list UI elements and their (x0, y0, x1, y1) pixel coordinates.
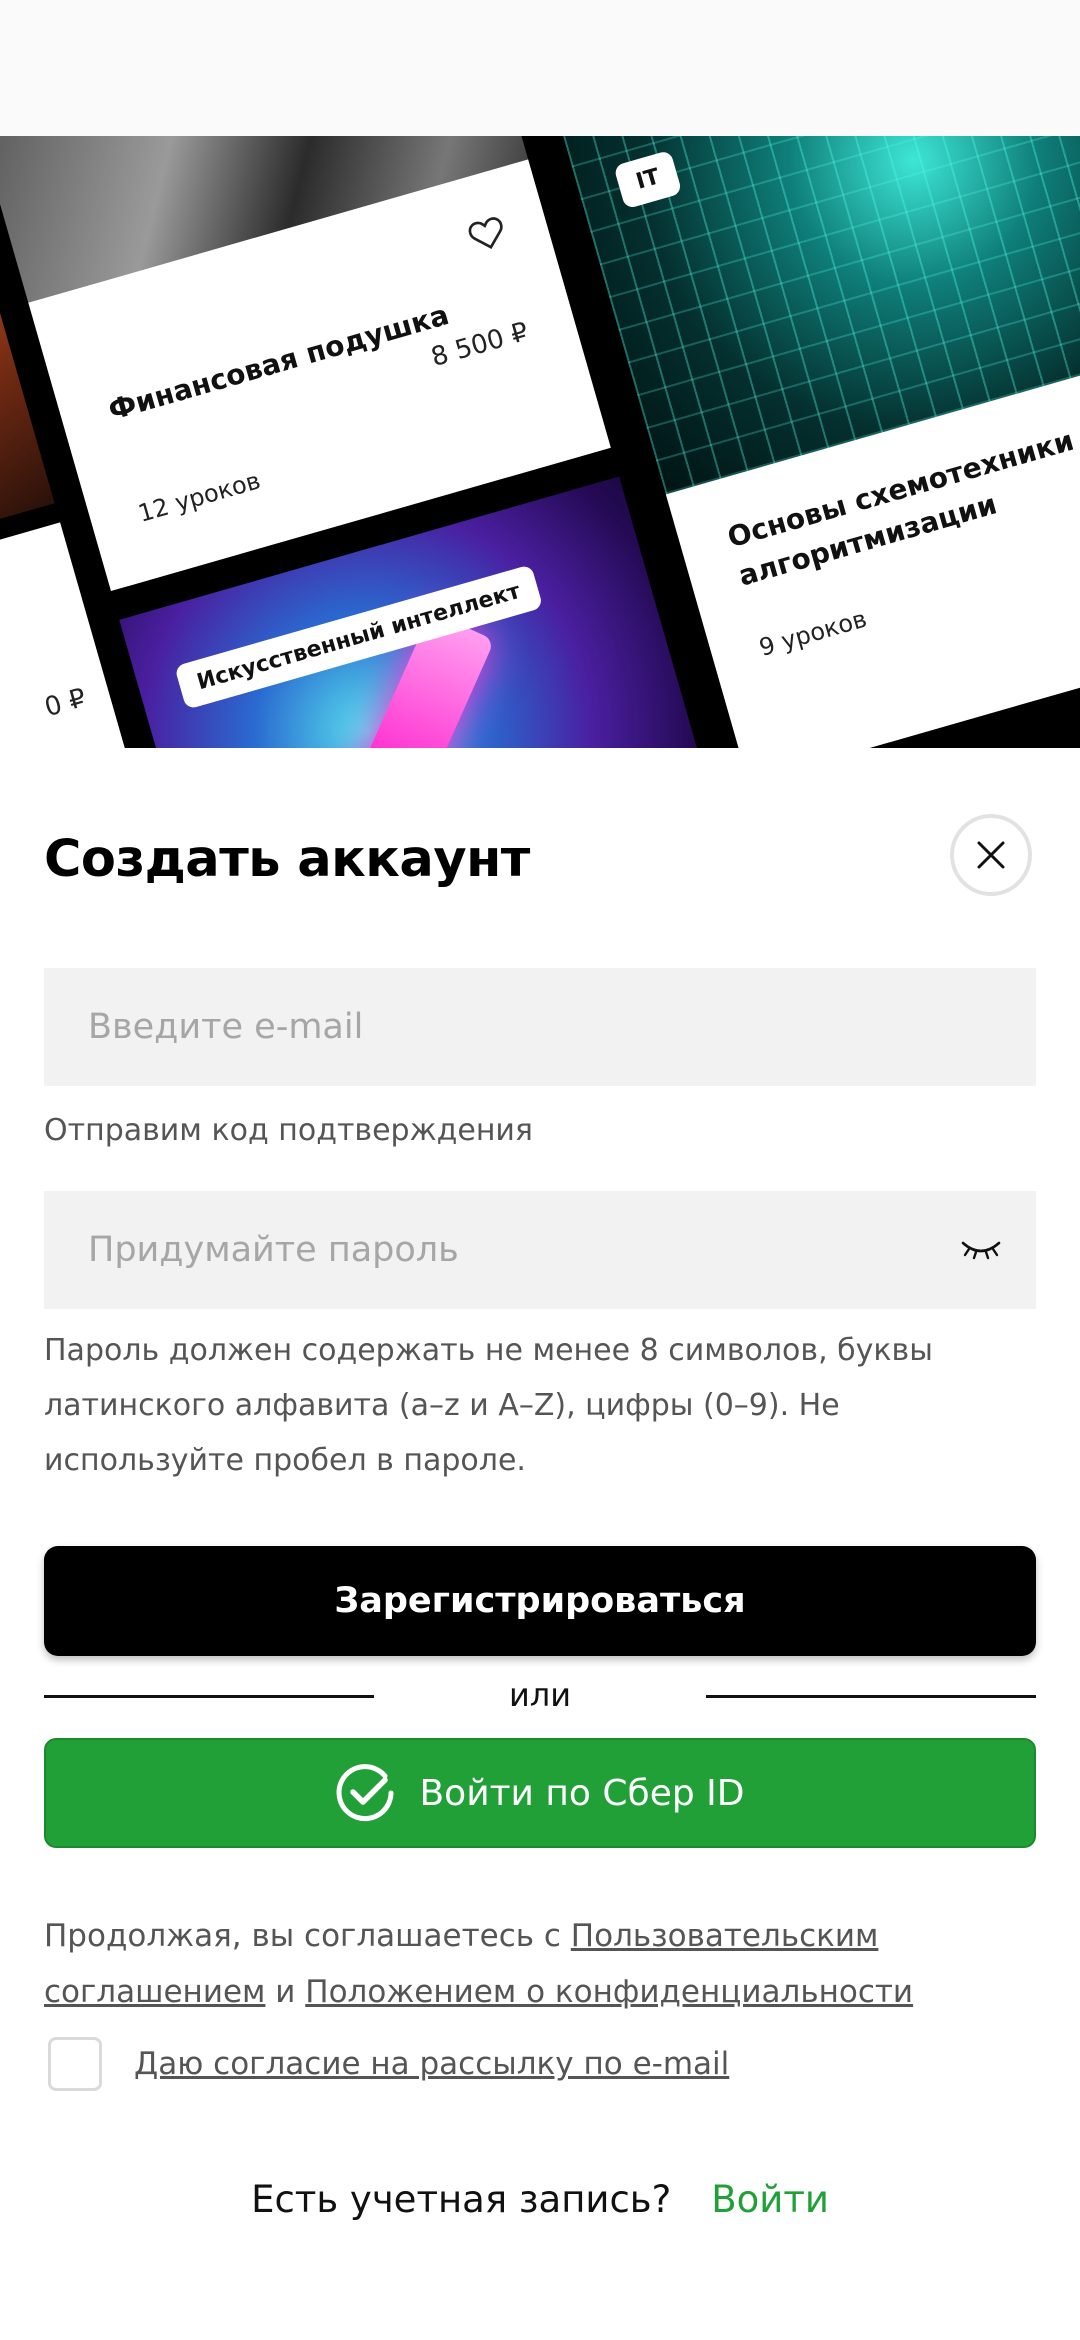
legal-text: Продолжая, вы соглашаетесь с Пользовател… (44, 1908, 1024, 2020)
sber-check-icon (337, 1764, 394, 1822)
course-tag: IT (613, 149, 683, 210)
hero-collage: Финансовая подушка 8 500 ₽ 12 уроков Иск… (0, 136, 1080, 748)
legal-prefix: Продолжая, вы соглашаетесь с (44, 1918, 571, 1954)
consent-label[interactable]: Даю согласие на рассылку по e-mail (134, 2046, 729, 2082)
login-link[interactable]: Войти (711, 2178, 829, 2221)
close-button[interactable] (950, 814, 1032, 896)
consent-checkbox[interactable] (48, 2037, 102, 2091)
newsletter-consent[interactable]: Даю согласие на рассылку по e-mail (48, 2034, 729, 2094)
login-prompt: Есть учетная запись? Войти (0, 2178, 1080, 2221)
status-area (0, 0, 1080, 136)
hero-tilted-grid: Финансовая подушка 8 500 ₽ 12 уроков Иск… (0, 136, 1080, 748)
sber-id-label: Войти по Сбер ID (419, 1772, 745, 1814)
email-input[interactable] (44, 968, 1036, 1086)
divider-right (706, 1695, 1036, 1698)
privacy-link[interactable]: Положением о конфиденциальности (305, 1974, 913, 2010)
eye-closed-icon (961, 1241, 1001, 1260)
close-icon (977, 841, 1005, 869)
register-sheet: Создать аккаунт Отправим код подтвержден… (0, 748, 1080, 2340)
course-lessons: 9 уроков (756, 604, 870, 662)
heart-icon[interactable] (462, 209, 511, 258)
toggle-password-visibility[interactable] (956, 1224, 1006, 1274)
page-title: Создать аккаунт (44, 830, 530, 889)
course-title: Финансовая подушка (104, 298, 453, 427)
register-button[interactable]: Зарегистрироваться (44, 1546, 1036, 1656)
password-input[interactable] (44, 1191, 1036, 1309)
course-lessons: 12 уроков (135, 466, 264, 528)
account-question: Есть учетная запись? (251, 2178, 672, 2221)
password-hint: Пароль должен содержать не менее 8 симво… (44, 1333, 933, 1478)
email-hint: Отправим код подтверждения (44, 1113, 533, 1148)
legal-joiner: и (265, 1974, 306, 2010)
course-price: 0 ₽ (41, 682, 90, 724)
sber-id-button[interactable]: Войти по Сбер ID (44, 1738, 1036, 1848)
